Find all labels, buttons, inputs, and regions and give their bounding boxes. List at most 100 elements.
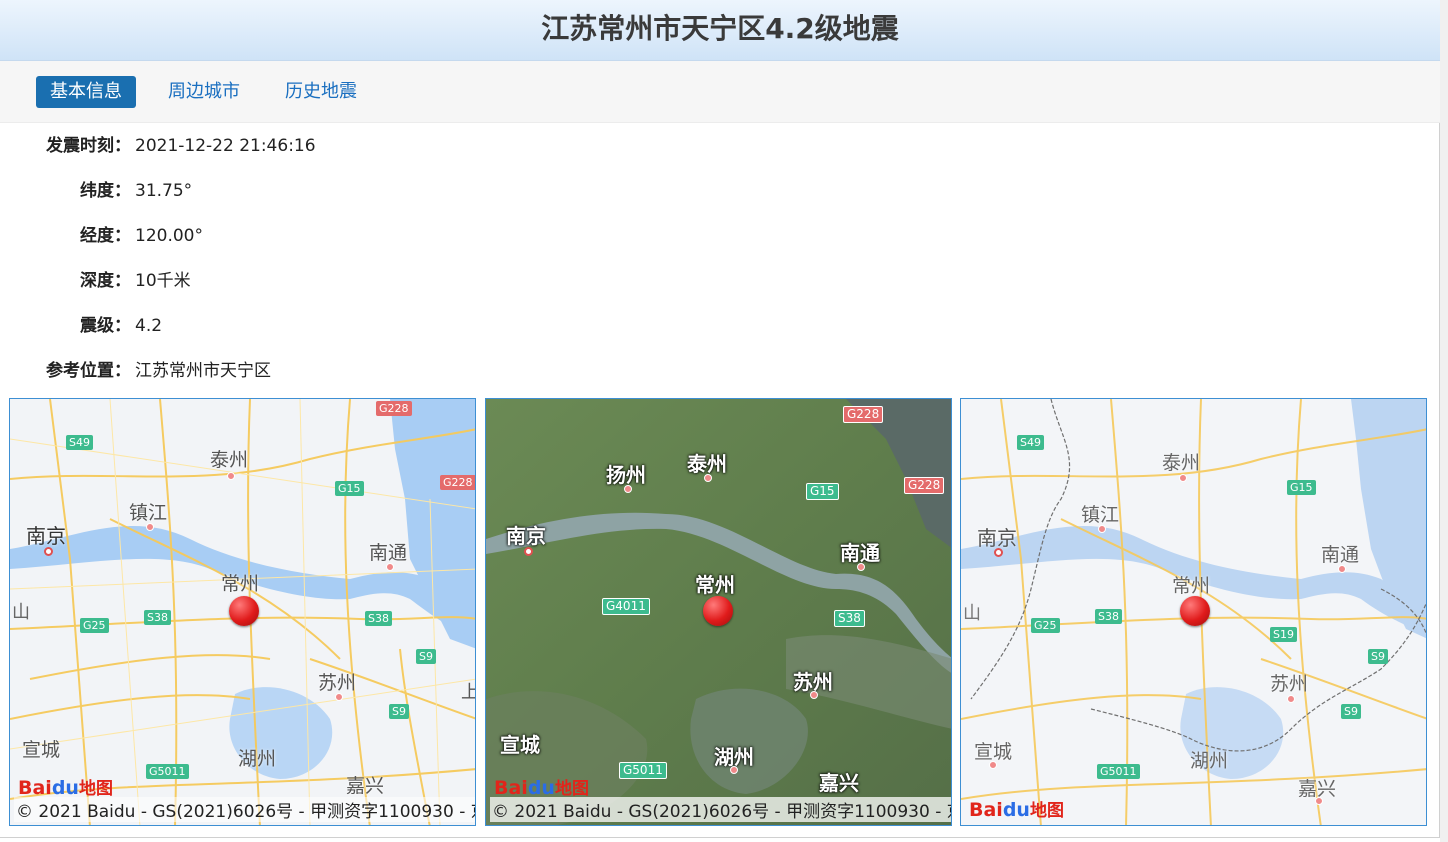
street-map-alt[interactable]: 泰州 镇江 南京 常州 南通 山 苏州 宣城 湖州 嘉兴 S49 G15 S38… [960, 398, 1427, 826]
city-dot-taizhou-alt [1179, 474, 1187, 482]
road-badge-g15-alt: G15 [1287, 480, 1316, 495]
road-badge-s49: S49 [66, 435, 93, 450]
city-dot-taizhou [227, 472, 235, 480]
city-dot-zhenjiang-alt [1098, 525, 1106, 533]
road-badge-g5011-sat: G5011 [619, 762, 667, 779]
tab-history-quakes[interactable]: 历史地震 [271, 76, 371, 108]
info-label-location: 参考位置： [46, 361, 131, 381]
road-badge-s38: S38 [144, 610, 171, 625]
city-dot-xuancheng-alt [989, 761, 997, 769]
road-badge-s9-alt: S9 [1368, 649, 1388, 664]
window-edge [1440, 0, 1448, 842]
road-badge-g15: G15 [335, 481, 364, 496]
city-dot-huzhou-sat [730, 766, 738, 774]
info-value-depth: 10千米 [135, 271, 191, 291]
tab-nearby-cities[interactable]: 周边城市 [154, 76, 254, 108]
city-label-shang: 上 [461, 678, 475, 704]
city-dot-nantong-sat [857, 563, 865, 571]
tab-bar: 基本信息 周边城市 历史地震 [0, 61, 1440, 123]
road-badge-g228: G228 [376, 401, 412, 416]
road-badge-s9: S9 [416, 649, 436, 664]
city-label-taizhou-sat: 泰州 [687, 452, 727, 476]
city-dot-yangzhou [624, 485, 632, 493]
road-badge-g15-sat: G15 [806, 483, 839, 500]
paw-icon: du [527, 777, 555, 799]
city-label-huzhou: 湖州 [238, 748, 277, 770]
city-dot-jiaxing-alt [1315, 797, 1323, 805]
road-badge-s9-2: S9 [389, 704, 409, 719]
city-dot-suzhou-alt [1287, 695, 1295, 703]
baidu-map-logo-sat[interactable]: Baidu地图 [494, 774, 589, 799]
city-dot-taizhou-sat [704, 474, 712, 482]
baidu-map-logo-alt[interactable]: Baidu地图 [969, 796, 1064, 821]
city-label-zhenjiang: 镇江 [129, 502, 168, 524]
city-label-jiaxing-sat: 嘉兴 [819, 771, 859, 795]
city-label-xuancheng: 宣城 [22, 739, 61, 761]
quake-marker-alt[interactable] [1180, 596, 1210, 626]
satellite-map[interactable]: 扬州 泰州 南京 常州 南通 苏州 宣城 湖州 嘉兴 G228 G228 G15… [485, 398, 952, 826]
city-label-nanjing: 南京 [26, 524, 66, 548]
city-label-yangzhou: 扬州 [606, 463, 646, 487]
info-row-magnitude: 震级： 4.2 [0, 314, 162, 338]
city-label-taizhou-alt: 泰州 [1162, 452, 1201, 474]
paw-icon: du [51, 777, 79, 799]
info-value-latitude: 31.75° [135, 181, 193, 201]
road-badge-g25-alt: G25 [1031, 618, 1060, 633]
road-badge-g5011: G5011 [146, 764, 189, 779]
city-dot-nanjing-alt [994, 548, 1003, 557]
road-badge-s38-sat: S38 [834, 610, 865, 627]
city-dot-zhenjiang [146, 523, 154, 531]
city-dot-nanjing [44, 547, 53, 556]
city-label-taizhou: 泰州 [210, 449, 249, 471]
city-label-changzhou: 常州 [221, 573, 260, 595]
page-title: 江苏常州市天宁区4.2级地震 [541, 12, 899, 45]
road-badge-s49-alt: S49 [1017, 435, 1044, 450]
info-label-magnitude: 震级： [80, 316, 131, 336]
paw-icon: du [1002, 799, 1030, 821]
road-badge-s19-alt: S19 [1270, 627, 1297, 642]
road-badge-g228-2: G228 [440, 475, 475, 490]
city-label-suzhou-alt: 苏州 [1270, 673, 1309, 695]
city-label-xuancheng-alt: 宣城 [974, 741, 1013, 763]
city-label-huzhou-alt: 湖州 [1190, 750, 1229, 772]
info-label-latitude: 纬度： [80, 181, 131, 201]
info-value-location: 江苏常州市天宁区 [135, 361, 271, 381]
info-value-magnitude: 4.2 [135, 316, 163, 336]
road-badge-s9-alt-2: S9 [1341, 704, 1361, 719]
map-copyright-sat: © 2021 Baidu - GS(2021)6026号 - 甲测资字11009… [490, 797, 951, 822]
info-row-longitude: 经度： 120.00° [0, 224, 203, 248]
road-badge-g25: G25 [80, 618, 109, 633]
city-dot-suzhou-sat [810, 691, 818, 699]
street-map[interactable]: 泰州 镇江 南京 常州 南通 山 苏州 上 宣城 湖州 嘉兴 G228 G228… [9, 398, 476, 826]
info-label-longitude: 经度： [80, 226, 131, 246]
page-frame: 江苏常州市天宁区4.2级地震 基本信息 周边城市 历史地震 发震时刻： 2021… [0, 0, 1440, 838]
city-label-jiaxing: 嘉兴 [346, 775, 385, 797]
city-label-nantong: 南通 [369, 542, 408, 564]
info-row-latitude: 纬度： 31.75° [0, 179, 192, 203]
road-badge-g228-sat-2: G228 [904, 477, 945, 494]
road-badge-g4011-sat: G4011 [602, 598, 650, 615]
city-label-nantong-sat: 南通 [840, 541, 880, 565]
baidu-map-logo[interactable]: Baidu地图 [18, 774, 113, 799]
road-badge-g5011-alt: G5011 [1097, 764, 1140, 779]
info-row-depth: 深度： 10千米 [0, 269, 191, 293]
title-bar: 江苏常州市天宁区4.2级地震 [0, 0, 1440, 61]
info-row-location: 参考位置： 江苏常州市天宁区 [0, 359, 271, 383]
info-row-time: 发震时刻： 2021-12-22 21:46:16 [0, 134, 316, 158]
info-label-time: 发震时刻： [46, 136, 131, 156]
quake-marker[interactable] [229, 596, 259, 626]
city-label-changzhou-alt: 常州 [1172, 575, 1211, 597]
city-dot-nantong [386, 563, 394, 571]
city-label-nanjing-sat: 南京 [506, 524, 546, 548]
road-badge-s38-alt: S38 [1095, 609, 1122, 624]
city-label-shan-alt: 山 [963, 603, 981, 624]
quake-marker-sat[interactable] [703, 596, 733, 626]
city-label-suzhou: 苏州 [318, 672, 357, 694]
city-label-nantong-alt: 南通 [1321, 544, 1360, 566]
road-badge-g228-sat: G228 [843, 406, 884, 423]
tab-basic-info[interactable]: 基本信息 [36, 76, 136, 108]
road-badge-s38-2: S38 [365, 611, 392, 626]
info-value-longitude: 120.00° [135, 226, 203, 246]
info-label-depth: 深度： [80, 271, 131, 291]
city-dot-nanjing-sat [524, 547, 533, 556]
